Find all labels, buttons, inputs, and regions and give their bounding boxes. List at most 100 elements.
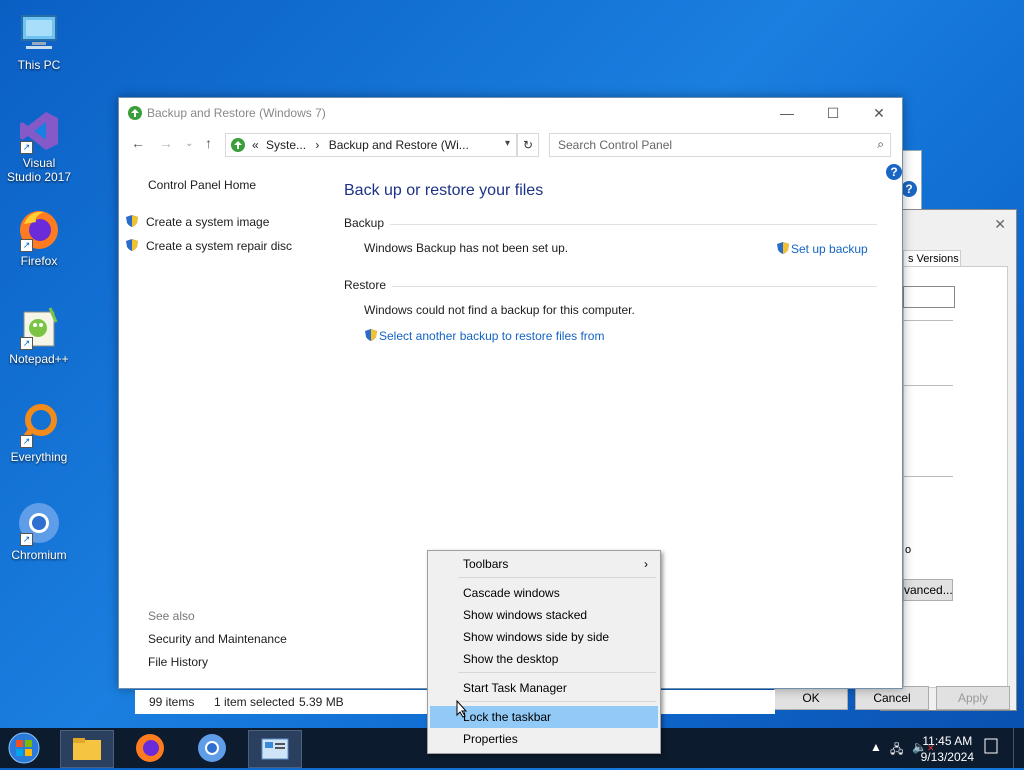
- title-bar[interactable]: Backup and Restore (Windows 7) — ☐ ✕: [119, 98, 902, 128]
- menu-item-cascade-windows[interactable]: Cascade windows: [430, 582, 658, 604]
- create-system-image-link[interactable]: Create a system image: [125, 214, 269, 229]
- notification-icon[interactable]: [984, 738, 998, 759]
- divider: [344, 286, 877, 287]
- main-content: Back up or restore your files Backup Win…: [344, 182, 877, 343]
- backup-restore-icon: [127, 105, 143, 121]
- file-history-link[interactable]: File History: [148, 655, 208, 669]
- breadcrumb-separator-icon: ›: [315, 138, 320, 152]
- taskbar-chromium[interactable]: [186, 730, 238, 766]
- select-another-backup-label: Select another backup to restore files f…: [379, 329, 605, 343]
- refresh-icon[interactable]: ↻: [517, 133, 539, 157]
- search-icon[interactable]: ⌕: [877, 137, 884, 152]
- backup-heading: Backup: [344, 216, 391, 230]
- menu-item-toolbars[interactable]: Toolbars ›: [430, 553, 658, 575]
- control-panel-home-link[interactable]: Control Panel Home: [148, 178, 256, 192]
- breadcrumb-overflow[interactable]: «: [252, 138, 259, 152]
- chevron-right-icon: ›: [644, 557, 648, 571]
- uac-shield-icon: [125, 214, 139, 228]
- advanced-button[interactable]: vanced...: [903, 579, 953, 601]
- taskbar-context-menu: Toolbars › Cascade windows Show windows …: [427, 550, 661, 754]
- backup-status-text: Windows Backup has not been set up.: [364, 241, 569, 255]
- desktop-icon-visual-studio[interactable]: ↗ Visual Studio 2017: [6, 108, 72, 184]
- selection-count: 1 item selected: [214, 695, 295, 709]
- taskbar-firefox[interactable]: [124, 730, 176, 766]
- shortcut-arrow-icon: ↗: [20, 239, 33, 252]
- task-label: Create a system image: [146, 215, 270, 229]
- uac-shield-icon: [776, 241, 790, 258]
- everything-icon: ↗: [16, 402, 62, 448]
- help-icon[interactable]: ?: [886, 164, 902, 180]
- network-icon[interactable]: 🖧: [890, 740, 903, 761]
- desktop-icon-notepadpp[interactable]: ↗ Notepad++: [6, 304, 72, 366]
- minimize-button[interactable]: —: [764, 98, 810, 128]
- maximize-button[interactable]: ☐: [810, 98, 856, 128]
- taskbar-control-panel[interactable]: [248, 730, 302, 768]
- menu-separator: [458, 577, 656, 578]
- cancel-button[interactable]: Cancel: [855, 686, 929, 710]
- start-button[interactable]: [6, 731, 42, 765]
- desktop-icon-this-pc[interactable]: This PC: [6, 10, 72, 72]
- chevron-down-icon[interactable]: ▾: [505, 138, 510, 149]
- help-icon[interactable]: ?: [901, 181, 917, 197]
- search-input[interactable]: Search Control Panel: [558, 138, 672, 152]
- clock[interactable]: 11:45 AM 9/13/2024: [921, 733, 974, 765]
- desktop-icon-everything[interactable]: ↗ Everything: [6, 402, 72, 464]
- close-icon[interactable]: ✕: [994, 216, 1006, 233]
- partial-label: o: [905, 544, 912, 556]
- restore-status-text: Windows could not find a backup for this…: [364, 303, 635, 317]
- menu-separator: [458, 701, 656, 702]
- shortcut-arrow-icon: ↗: [20, 533, 33, 546]
- divider: [903, 320, 953, 321]
- shortcut-arrow-icon: ↗: [20, 337, 33, 350]
- create-repair-disc-link[interactable]: Create a system repair disc: [125, 238, 292, 253]
- menu-item-properties[interactable]: Properties: [430, 728, 658, 750]
- forward-arrow-icon[interactable]: →: [159, 135, 173, 151]
- show-desktop-button[interactable]: [1013, 728, 1024, 768]
- item-count: 99 items: [149, 695, 195, 709]
- ok-button[interactable]: OK: [774, 686, 848, 710]
- taskbar-file-explorer[interactable]: [60, 730, 114, 768]
- close-button[interactable]: ✕: [856, 98, 902, 128]
- left-pane: Control Panel Home Create a system image…: [119, 168, 329, 669]
- menu-item-show-windows-side-by-side[interactable]: Show windows side by side: [430, 626, 658, 648]
- see-also-heading: See also: [148, 609, 195, 623]
- show-hidden-icons-icon[interactable]: ▲: [870, 740, 882, 754]
- select-another-backup-link[interactable]: Select another backup to restore files f…: [364, 328, 604, 345]
- up-arrow-icon[interactable]: ↑: [205, 135, 212, 151]
- divider: [903, 385, 953, 386]
- menu-separator: [458, 672, 656, 673]
- menu-item-show-windows-stacked[interactable]: Show windows stacked: [430, 604, 658, 626]
- desktop-icon-label: Notepad++: [9, 352, 69, 366]
- search-box[interactable]: Search Control Panel ⌕: [549, 133, 891, 157]
- breadcrumb[interactable]: « Syste... › Backup and Restore (Wi...: [252, 138, 469, 152]
- desktop-icon-chromium[interactable]: ↗ Chromium: [6, 500, 72, 562]
- text-field[interactable]: [903, 286, 955, 308]
- control-panel-icon: [261, 738, 289, 760]
- breadcrumb-backup-restore[interactable]: Backup and Restore (Wi...: [329, 138, 469, 152]
- menu-item-label: Toolbars: [463, 557, 509, 571]
- chromium-icon: [198, 734, 226, 762]
- desktop-icon-label: Everything: [10, 450, 68, 464]
- apply-button[interactable]: Apply: [936, 686, 1010, 710]
- menu-item-start-task-manager[interactable]: Start Task Manager: [430, 677, 658, 699]
- set-up-backup-link[interactable]: Set up backup: [776, 241, 868, 258]
- page-title: Back up or restore your files: [344, 182, 544, 199]
- uac-shield-icon: [125, 238, 139, 252]
- notepadpp-icon: ↗: [16, 304, 62, 350]
- chromium-icon: ↗: [16, 500, 62, 546]
- address-bar[interactable]: « Syste... › Backup and Restore (Wi... ▾: [225, 133, 517, 157]
- desktop-icon-firefox[interactable]: ↗ Firefox: [6, 206, 72, 268]
- divider: [903, 476, 953, 477]
- breadcrumb-system[interactable]: Syste...: [266, 138, 306, 152]
- shortcut-arrow-icon: ↗: [20, 141, 33, 154]
- divider: [344, 224, 877, 225]
- back-arrow-icon[interactable]: ←: [131, 135, 145, 151]
- control-panel-icon: [230, 137, 246, 156]
- selection-size: 5.39 MB: [299, 695, 344, 709]
- backup-section: Backup: [344, 216, 877, 230]
- menu-item-show-the-desktop[interactable]: Show the desktop: [430, 648, 658, 670]
- folder-icon: [73, 738, 101, 760]
- task-label: Create a system repair disc: [146, 239, 293, 253]
- recent-locations-icon[interactable]: ⌄: [185, 138, 193, 149]
- security-maintenance-link[interactable]: Security and Maintenance: [148, 632, 287, 646]
